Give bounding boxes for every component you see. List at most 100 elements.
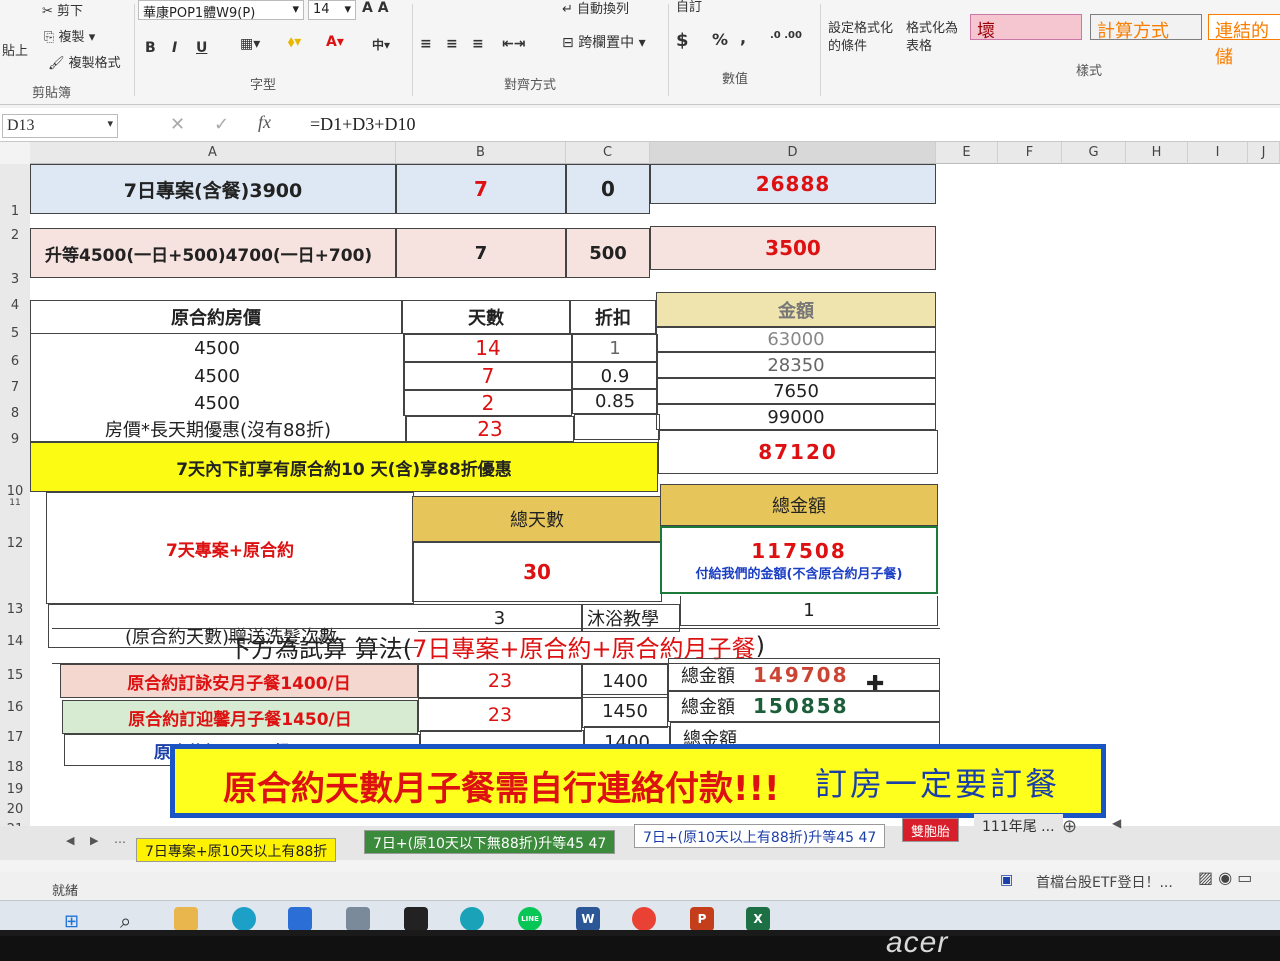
column-header-i[interactable]: I [1188, 142, 1248, 164]
news-text[interactable]: 首檔台股ETF登日！... [1036, 872, 1173, 892]
cell-a12-merged[interactable]: 7天專案+原合約 [46, 492, 414, 604]
style-calculation[interactable]: 計算方式 [1090, 14, 1202, 42]
row-header[interactable]: 16 [0, 700, 30, 715]
more-tabs-icon[interactable]: … [114, 832, 126, 846]
tab-scroll-left-icon[interactable]: ◀ [66, 834, 74, 847]
phonetic-icon[interactable]: 中▾ [372, 36, 390, 53]
cell-b11[interactable]: 總天數 [412, 496, 662, 542]
cancel-icon[interactable]: ✕ [170, 114, 185, 135]
align-left-icon[interactable]: ≡ [420, 36, 432, 52]
cell-d9[interactable]: 99000 [656, 404, 936, 430]
news-icon[interactable]: ▣ [1000, 872, 1013, 888]
name-box[interactable]: D13 ▾ [2, 114, 118, 138]
row-header[interactable]: 9 [0, 432, 30, 447]
tab-sheet-2[interactable]: 7日+(原10天以下無88折)升等45 47 [364, 830, 616, 854]
tab-sheet-4[interactable]: 雙胞胎 [902, 818, 960, 842]
style-linked-cell[interactable]: 連結的儲 [1208, 14, 1280, 68]
calculator-icon[interactable] [346, 907, 370, 930]
cell-c5[interactable]: 折扣 [570, 300, 656, 334]
formula-input[interactable]: =D1+D3+D10 [310, 114, 415, 135]
style-bad[interactable]: 壞 [970, 14, 1082, 42]
row-header[interactable]: 15 [0, 668, 30, 683]
row-header[interactable]: 20 [0, 802, 30, 817]
cell-d3[interactable]: 3500 [650, 226, 936, 270]
search-icon[interactable]: ⌕ [120, 909, 131, 930]
row-header[interactable]: 10 [0, 484, 30, 499]
settings-icon[interactable] [232, 907, 256, 930]
column-header-g[interactable]: G [1062, 142, 1126, 164]
font-size-select[interactable]: 14 ▾ [308, 0, 356, 20]
cell-d5[interactable]: 金額 [656, 292, 936, 328]
row-header[interactable]: 17 [0, 730, 30, 745]
cell-a3[interactable]: 升等4500(一日+500)4700(一日+700) [30, 228, 396, 278]
column-header-j[interactable]: J [1248, 142, 1280, 164]
cell-a9[interactable]: 房價*長天期優惠(沒有88折) [30, 416, 406, 442]
currency-button[interactable]: $ [676, 30, 689, 51]
cell-d8[interactable]: 7650 [656, 378, 936, 404]
word-icon[interactable]: W [576, 907, 600, 930]
cell-c1[interactable]: 0 [566, 164, 650, 214]
tab-sheet-3[interactable]: 7日+(原10天以上有88折)升等45 47 [634, 824, 886, 848]
cell-d11[interactable]: 總金額 [660, 484, 938, 526]
row-header[interactable]: 19 [0, 782, 30, 797]
cell-c16[interactable]: 1450 [582, 694, 668, 728]
cut-button[interactable]: ✂ 剪下 [42, 0, 83, 19]
column-header-d[interactable]: D [650, 142, 936, 164]
indent-icon[interactable]: ⇤⇥ [502, 36, 525, 52]
cell-b6[interactable]: 14 [404, 334, 572, 362]
cell-a1[interactable]: 7日專案(含餐)3900 [30, 164, 396, 214]
italic-button[interactable]: I [172, 40, 177, 56]
column-header-c[interactable]: C [566, 142, 650, 164]
chrome-icon[interactable] [632, 907, 656, 930]
percent-button[interactable]: % [712, 30, 728, 49]
column-header-b[interactable]: B [396, 142, 566, 164]
row-header[interactable]: 14 [0, 634, 30, 649]
wrap-text-button[interactable]: ↵ 自動換列 [562, 0, 629, 17]
align-center-icon[interactable]: ≡ [446, 36, 458, 52]
cell-c3[interactable]: 500 [566, 228, 650, 278]
fill-color-icon[interactable]: ⬧▾ [288, 34, 301, 50]
cell-b16[interactable]: 23 [418, 698, 582, 732]
cell-c8[interactable]: 0.85 [572, 388, 658, 414]
cell-a6[interactable]: 4500 [30, 334, 404, 362]
add-sheet-icon[interactable]: ⊕ [1062, 816, 1077, 837]
conditional-format-button[interactable]: 設定格式化的條件 [828, 20, 902, 56]
cell-a8[interactable]: 4500 [30, 390, 404, 416]
row-header[interactable]: 12 [0, 536, 30, 551]
enter-icon[interactable]: ✓ [214, 114, 229, 135]
cell-b12[interactable]: 30 [412, 542, 662, 602]
cell-d7[interactable]: 28350 [656, 352, 936, 378]
cell-d6[interactable]: 63000 [656, 326, 936, 352]
tray-icons[interactable]: ▨ ◉ ▭ [1198, 868, 1252, 887]
row-header[interactable]: 2 [0, 228, 30, 243]
insert-function-button[interactable]: fx [258, 112, 271, 133]
decimal-icon[interactable]: .0 .00 [770, 30, 802, 41]
warning-banner[interactable]: 原合約天數月子餐需自行連絡付款!!! 訂房一定要訂餐 [170, 744, 1106, 818]
format-as-table-button[interactable]: 格式化為表格 [906, 20, 964, 56]
cell-a15[interactable]: 原合約訂詠安月子餐1400/日 [60, 664, 418, 698]
copy-button[interactable]: ⎘ 複製 ▾ [44, 26, 95, 45]
cell-b3[interactable]: 7 [396, 228, 566, 278]
cell-c7[interactable]: 0.9 [572, 362, 658, 390]
cell-d13[interactable]: 1 [680, 596, 938, 626]
merge-center-button[interactable]: ⊟ 跨欄置中 ▾ [562, 32, 646, 52]
row-header[interactable]: 5 [0, 326, 30, 341]
powerpoint-icon[interactable]: P [690, 907, 714, 930]
paste-button[interactable]: 貼上 [2, 40, 28, 59]
row-header[interactable]: 6 [0, 354, 30, 369]
cell-d16[interactable]: 總金額 150858 [668, 690, 940, 722]
windows-start-icon[interactable]: ⊞ [64, 911, 79, 930]
row-header[interactable]: 1 [0, 204, 30, 219]
grow-font-button[interactable]: A A [362, 0, 389, 16]
line-icon[interactable]: LINE [518, 907, 542, 930]
tab-scroll-right-icon[interactable]: ▶ [90, 834, 98, 847]
comma-button[interactable]: , [740, 28, 746, 47]
cell-a7[interactable]: 4500 [30, 362, 404, 390]
cell-a5[interactable]: 原合約房價 [30, 300, 402, 334]
cell-c15[interactable]: 1400 [582, 664, 668, 698]
cell-c9[interactable] [574, 414, 660, 440]
column-header-f[interactable]: F [998, 142, 1062, 164]
column-header-a[interactable]: A [30, 142, 396, 164]
cell-a10[interactable]: 7天內下訂享有原合約10 天(含)享88折優惠 [30, 442, 658, 492]
cell-b9[interactable]: 23 [406, 416, 574, 442]
